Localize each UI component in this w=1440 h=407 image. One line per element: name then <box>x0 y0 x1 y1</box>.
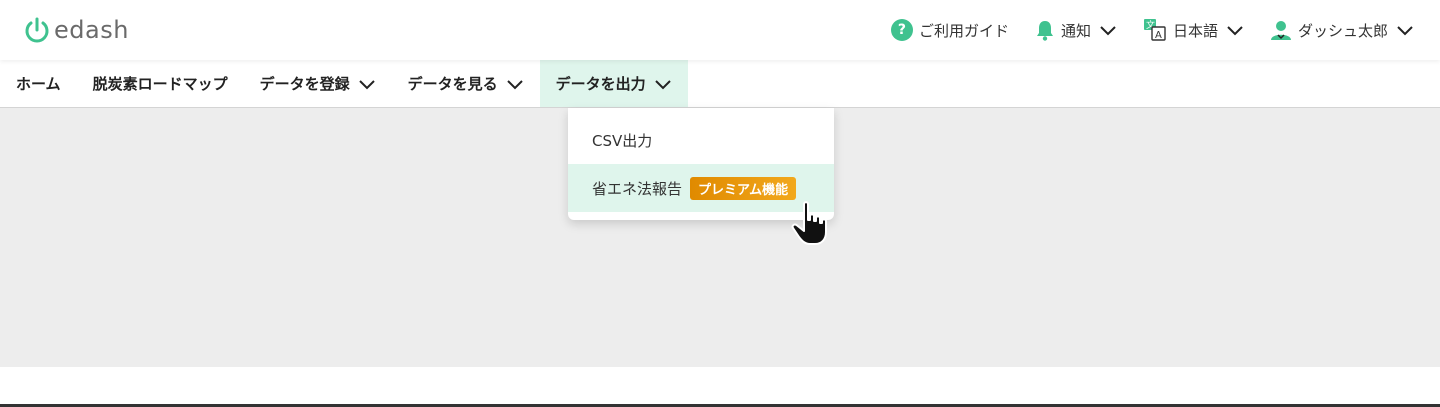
notification-menu[interactable]: 通知 <box>1035 19 1117 41</box>
language-menu[interactable]: 文 A 日本語 <box>1143 18 1244 42</box>
nav-item-register-data[interactable]: データを登録 <box>244 60 392 107</box>
user-menu[interactable]: ダッシュ太郎 <box>1270 19 1414 41</box>
chevron-down-icon <box>358 79 375 89</box>
user-name-label: ダッシュ太郎 <box>1297 21 1388 40</box>
logo-text: edash <box>54 16 129 44</box>
dropdown-item-csv-export[interactable]: CSV出力 <box>568 116 834 164</box>
hand-pointer-cursor-icon <box>791 201 827 245</box>
main-nav: ホーム 脱炭素ロードマップ データを登録 データを見る データを出力 <box>0 60 1440 108</box>
help-icon: ? <box>890 19 913 41</box>
svg-text:A: A <box>1155 30 1162 41</box>
page: edash ? ご利用ガイド 通知 文 A 日本語 ダッシュ太郎 ホーム 脱炭素… <box>0 0 1440 407</box>
nav-item-label: データを出力 <box>555 75 646 93</box>
nav-item-view-data[interactable]: データを見る <box>392 60 540 107</box>
chevron-down-icon <box>1227 26 1243 36</box>
translate-icon: 文 A <box>1143 19 1166 41</box>
nav-item-roadmap[interactable]: 脱炭素ロードマップ <box>77 60 244 107</box>
nav-item-label: データを登録 <box>259 75 350 93</box>
user-icon <box>1270 21 1291 40</box>
edash-logo[interactable]: edash <box>24 16 129 44</box>
nav-item-export-data[interactable]: データを出力 <box>539 60 688 107</box>
chevron-down-icon <box>1397 26 1413 36</box>
nav-item-home[interactable]: ホーム <box>0 60 77 107</box>
language-label: 日本語 <box>1172 21 1218 40</box>
chevron-down-icon <box>654 79 671 89</box>
help-guide-label: ご利用ガイド <box>918 21 1009 40</box>
dropdown-item-label: CSV出力 <box>592 131 653 150</box>
power-logo-icon <box>25 17 49 43</box>
nav-item-label: ホーム <box>16 75 61 93</box>
bell-icon <box>1036 21 1053 41</box>
top-header: edash ? ご利用ガイド 通知 文 A 日本語 ダッシュ太郎 <box>0 0 1440 60</box>
header-actions: ? ご利用ガイド 通知 文 A 日本語 ダッシュ太郎 <box>890 0 1414 60</box>
premium-badge: プレミアム機能 <box>690 176 797 200</box>
dropdown-item-label: 省エネ法報告 <box>592 179 683 198</box>
chevron-down-icon <box>1100 26 1116 36</box>
chevron-down-icon <box>506 79 523 89</box>
nav-item-label: 脱炭素ロードマップ <box>92 75 228 93</box>
notification-label: 通知 <box>1060 21 1091 40</box>
help-guide-link[interactable]: ? ご利用ガイド <box>890 19 1009 41</box>
nav-item-label: データを見る <box>407 75 498 93</box>
